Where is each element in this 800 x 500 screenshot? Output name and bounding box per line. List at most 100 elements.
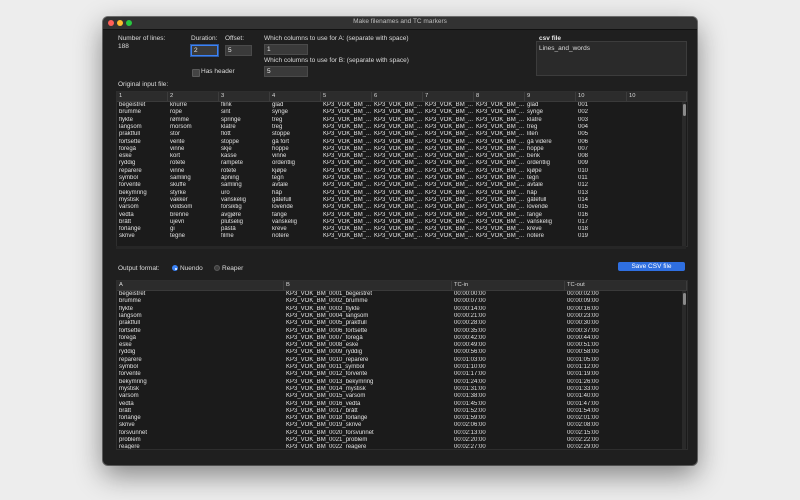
table-row[interactable]: varsom KP3_VOK_BM_0015_varsom 00:01:38:00 0…	[117, 393, 682, 400]
table-row[interactable]: skrive KP3_VOK_BM_0019_skrive 00:02:06:00 0…	[117, 422, 682, 429]
input-table-hscroll[interactable]	[116, 246, 686, 249]
table-cell: rotete	[221, 167, 237, 174]
input-table-scrollbar[interactable]	[682, 102, 686, 246]
table-row[interactable]: vedta KP3_VOK_BM_0016_vedta 00:01:45:00 00:…	[117, 401, 682, 408]
table-cell: kjøpe	[272, 167, 287, 174]
table-row[interactable]: skrive tegne filme notere KP3_VOK_BM_... KP3_…	[117, 233, 682, 240]
table-row[interactable]: praktfull KP3_VOK_BM_0005_praktfull 00:00:…	[117, 320, 682, 327]
table-row[interactable]: ryddig KP3_VOK_BM_0009_ryddig 00:00:56:00 0…	[117, 349, 682, 356]
table-row[interactable]: brumme rope sint synge KP3_VOK_BM_... KP3_VOK…	[117, 109, 682, 116]
table-cell: KP3_VOK_BM_0013_bekymring	[286, 378, 374, 385]
table-cell: KP3_VOK_BM_...	[476, 218, 525, 225]
table-row[interactable]: eske kort kasse vinne KP3_VOK_BM_... KP3_VOK_…	[117, 153, 682, 160]
column-header[interactable]: 5	[321, 92, 372, 101]
table-cell: forlange	[119, 226, 141, 233]
output-table-scrollbar[interactable]	[682, 291, 686, 449]
column-header[interactable]: 6	[372, 92, 423, 101]
table-row[interactable]: langsom morsom klatre treg KP3_VOK_BM_... KP3…	[117, 124, 682, 131]
table-cell: rømme	[170, 116, 189, 123]
table-row[interactable]: brått KP3_VOK_BM_0017_brått 00:01:52:00 00:…	[117, 408, 682, 415]
table-row[interactable]: brumme KP3_VOK_BM_0002_brumme 00:00:07:00 0…	[117, 298, 682, 305]
table-row[interactable]: forvente KP3_VOK_BM_0012_forvente 00:01:17…	[117, 371, 682, 378]
table-row[interactable]: symbol KP3_VOK_BM_0011_symbol 00:01:10:00 0…	[117, 364, 682, 371]
table-row[interactable]: flykte rømme springe treg KP3_VOK_BM_... KP3_…	[117, 117, 682, 124]
input-table-scroll-thumb[interactable]	[682, 104, 686, 116]
offset-input[interactable]: 5	[225, 45, 252, 56]
column-header[interactable]: TC-in	[452, 281, 565, 290]
table-row[interactable]: bekymring styrke uro håp KP3_VOK_BM_... KP3_V…	[117, 190, 682, 197]
save-csv-button[interactable]: Save CSV file	[618, 262, 685, 271]
table-row[interactable]: reparere KP3_VOK_BM_0010_reparere 00:01:03…	[117, 357, 682, 364]
table-cell: gå fort	[272, 138, 290, 145]
table-row[interactable]: flykte KP3_VOK_BM_0003_flykte 00:00:14:00 0…	[117, 306, 682, 313]
col-a-input[interactable]: 1	[264, 44, 308, 55]
table-row[interactable]: vedta brenne avgjøre fange KP3_VOK_BM_... KP3…	[117, 212, 682, 219]
has-header-checkbox[interactable]	[192, 69, 200, 77]
table-row[interactable]: mystisk vakker vanskelig gåtefull KP3_VOK_BM…	[117, 197, 682, 204]
reaper-radio[interactable]	[214, 265, 220, 271]
column-header[interactable]: 1	[117, 92, 168, 101]
column-header[interactable]: 10	[627, 92, 687, 101]
table-row[interactable]: brått ujevn plutselig vanskelig KP3_VOK_BM_.…	[117, 219, 682, 226]
table-row[interactable]: varsom voldsom forsiktig lovende KP3_VOK_BM_…	[117, 204, 682, 211]
table-row[interactable]: ryddig rotete rampete ordentlig KP3_VOK_BM_.…	[117, 160, 682, 167]
table-cell: KP3_VOK_BM_0010_reparere	[286, 356, 369, 363]
output-table-scroll-thumb[interactable]	[682, 293, 686, 305]
column-header[interactable]: 10	[576, 92, 627, 101]
table-cell: KP3_VOK_BM_0007_foregå	[286, 334, 363, 341]
table-row[interactable]: eske KP3_VOK_BM_0008_eske 00:00:49:00 00:00…	[117, 342, 682, 349]
column-header[interactable]: B	[284, 281, 452, 290]
table-row[interactable]: mystisk KP3_VOK_BM_0014_mystisk 00:01:31:0…	[117, 386, 682, 393]
table-row[interactable]: symbol samling åpning tegn KP3_VOK_BM_... KP3…	[117, 175, 682, 182]
table-cell: varsom	[119, 204, 139, 211]
table-row[interactable]: forvente skuffe samling avtale KP3_VOK_BM_..…	[117, 182, 682, 189]
table-row[interactable]: fortsette KP3_VOK_BM_0006_fortsette 00:00:…	[117, 328, 682, 335]
column-header[interactable]: 2	[168, 92, 219, 101]
table-cell: 00:02:27:00	[454, 444, 486, 449]
column-header[interactable]: A	[117, 281, 284, 290]
table-cell: KP3_VOK_BM_...	[476, 145, 525, 152]
input-table-body[interactable]: begeistret knurre flink glad KP3_VOK_BM_... K…	[117, 102, 682, 246]
table-cell: KP3_VOK_BM_...	[425, 233, 474, 240]
table-row[interactable]: foregå vinne skje hoppe KP3_VOK_BM_... KP3_VO…	[117, 146, 682, 153]
table-row[interactable]: forlange KP3_VOK_BM_0018_forlange 00:01:59…	[117, 415, 682, 422]
table-row[interactable]: forlange gi påstå kreve KP3_VOK_BM_... KP3_VO…	[117, 226, 682, 233]
csv-file-field[interactable]: Lines_and_words	[536, 41, 687, 76]
table-row[interactable]: reparere vinne rotete kjøpe KP3_VOK_BM_... KP…	[117, 168, 682, 175]
table-row[interactable]: forsvunnet KP3_VOK_BM_0020_forsvunnet 00:0…	[117, 430, 682, 437]
table-row[interactable]: bekymring KP3_VOK_BM_0013_bekymring 00:01:…	[117, 379, 682, 386]
output-table-body[interactable]: begeistret KP3_VOK_BM_0001_begeistret 00:0…	[117, 291, 682, 449]
table-row[interactable]: begeistret KP3_VOK_BM_0001_begeistret 00:0…	[117, 291, 682, 298]
column-header[interactable]: 4	[270, 92, 321, 101]
table-row[interactable]: problem KP3_VOK_BM_0021_problem 00:02:20:0…	[117, 437, 682, 444]
column-header[interactable]: 7	[423, 92, 474, 101]
table-row[interactable]: langsom KP3_VOK_BM_0004_langsom 00:00:21:0…	[117, 313, 682, 320]
table-cell: KP3_VOK_BM_...	[476, 160, 525, 167]
table-cell: knurre	[170, 102, 188, 108]
table-cell: 00:00:51:00	[567, 342, 599, 349]
column-header[interactable]: 8	[474, 92, 525, 101]
duration-input[interactable]: 2	[191, 45, 218, 56]
column-header[interactable]: 3	[219, 92, 270, 101]
output-table[interactable]: A B TC-in TC-out begeistret KP3_VOK_BM_0001_…	[116, 280, 688, 450]
column-header[interactable]: 9	[525, 92, 576, 101]
table-cell: ordentlig	[272, 160, 296, 167]
table-row[interactable]: reagere KP3_VOK_BM_0022_reagere 00:02:27:0…	[117, 444, 682, 449]
table-cell: fortsette	[119, 138, 141, 145]
col-b-input[interactable]: 5	[264, 66, 308, 77]
table-cell: gi	[170, 226, 175, 233]
input-table[interactable]: 1 2 3 4 5 6 7 8 9 10 10 begeistret knurre flink glad K…	[116, 91, 688, 247]
table-cell: voldsom	[170, 204, 193, 211]
table-cell: åpning	[221, 175, 240, 181]
table-row[interactable]: fortsette vente stoppe gå fort KP3_VOK_BM_..…	[117, 139, 682, 146]
column-header[interactable]: TC-out	[565, 281, 687, 290]
table-cell: 00:00:42:00	[454, 334, 486, 341]
nuendo-radio[interactable]	[172, 265, 178, 271]
table-cell: KP3_VOK_BM_...	[476, 175, 525, 181]
table-row[interactable]: praktfull stor flott stoppe KP3_VOK_BM_... KP…	[117, 131, 682, 138]
table-row[interactable]: foregå KP3_VOK_BM_0007_foregå 00:00:42:00 0…	[117, 335, 682, 342]
table-cell: KP3_VOK_BM_0020_forsvunnet	[286, 429, 374, 436]
table-cell: KP3_VOK_BM_...	[476, 211, 525, 218]
table-row[interactable]: begeistret knurre flink glad KP3_VOK_BM_... K…	[117, 102, 682, 109]
table-cell: 00:00:30:00	[567, 320, 599, 327]
